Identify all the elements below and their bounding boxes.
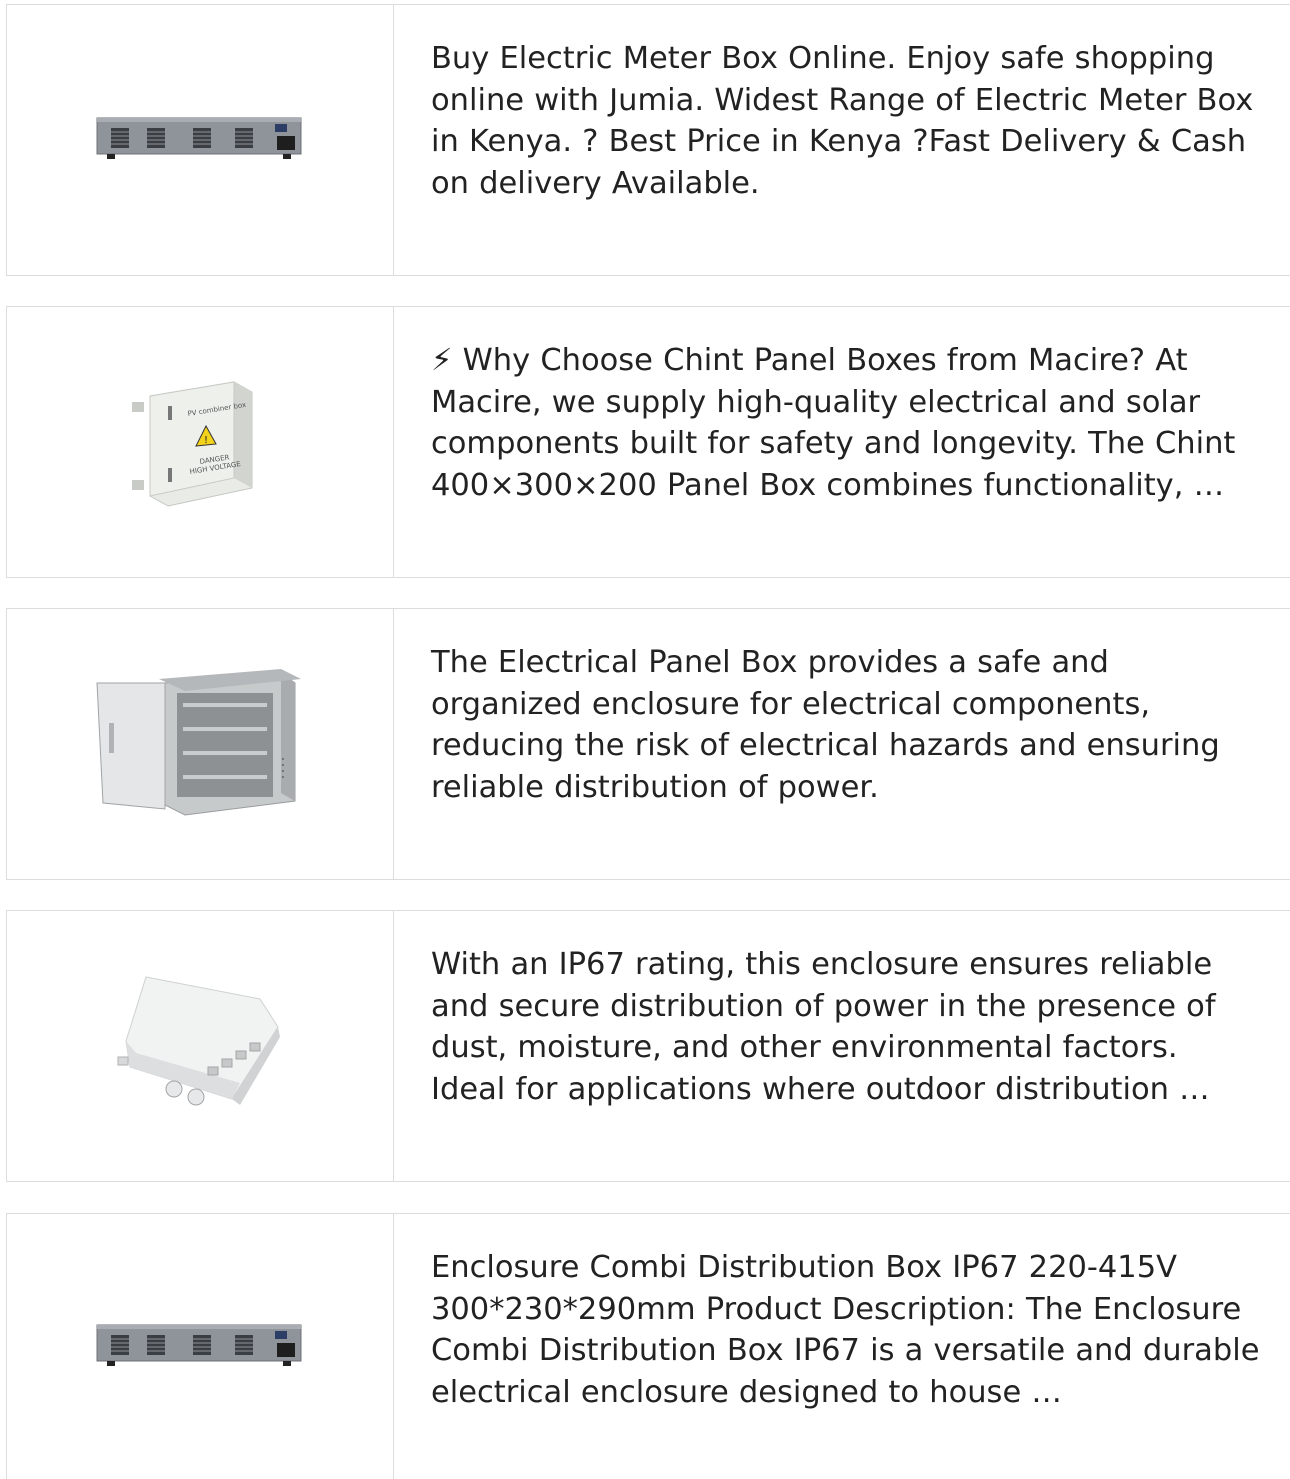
power-supply-image xyxy=(96,117,302,159)
stainless-cabinet-image xyxy=(96,669,301,816)
product-card[interactable]: Enclosure Combi Distribution Box IP67 22… xyxy=(6,1213,1290,1479)
svg-text:!: ! xyxy=(204,435,208,446)
product-card[interactable]: PV combiner box ! DANGER HIGH VOLTAGE ⚡ … xyxy=(6,306,1290,578)
product-thumbnail[interactable] xyxy=(7,1214,394,1479)
product-thumbnail[interactable]: PV combiner box ! DANGER HIGH VOLTAGE xyxy=(7,307,394,577)
pv-combiner-box-image: PV combiner box ! DANGER HIGH VOLTAGE xyxy=(132,381,253,507)
product-description: The Electrical Panel Box provides a safe… xyxy=(431,645,1220,805)
product-description: ⚡ Why Choose Chint Panel Boxes from Maci… xyxy=(431,343,1236,503)
product-card[interactable]: With an IP67 rating, this enclosure ensu… xyxy=(6,910,1290,1182)
product-description: With an IP67 rating, this enclosure ensu… xyxy=(431,947,1216,1107)
product-card[interactable]: Buy Electric Meter Box Online. Enjoy saf… xyxy=(6,4,1290,276)
product-card[interactable]: The Electrical Panel Box provides a safe… xyxy=(6,608,1290,880)
product-thumbnail[interactable] xyxy=(7,911,394,1181)
product-thumbnail[interactable] xyxy=(7,609,394,879)
product-description: Buy Electric Meter Box Online. Enjoy saf… xyxy=(431,41,1254,201)
ip67-enclosure-image xyxy=(117,976,280,1106)
product-description: Enclosure Combi Distribution Box IP67 22… xyxy=(431,1250,1260,1410)
product-thumbnail[interactable] xyxy=(7,5,394,275)
power-supply-image xyxy=(96,1324,302,1366)
